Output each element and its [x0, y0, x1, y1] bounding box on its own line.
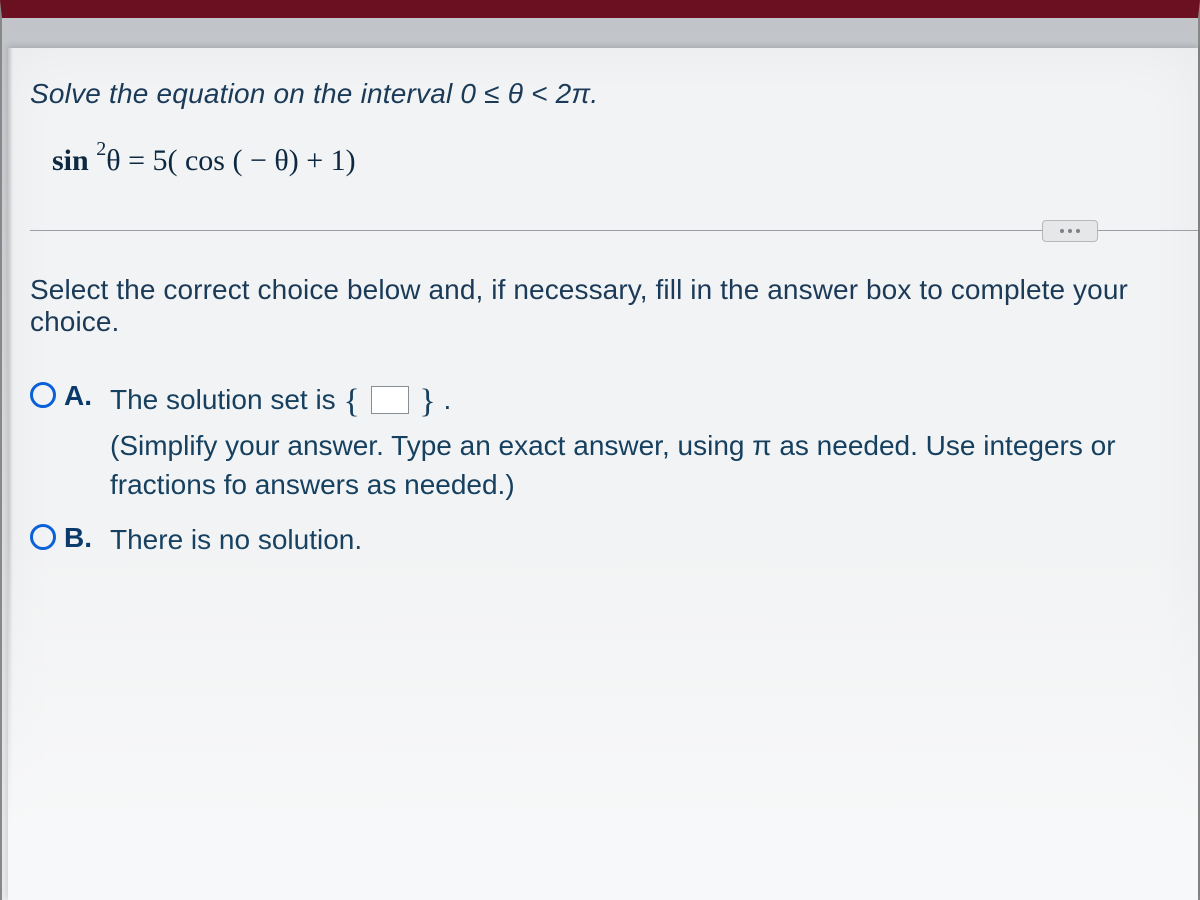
choice-a-body: The solution set is { } . (Simplify your…	[110, 378, 1198, 504]
question-card: Solve the equation on the interval 0 ≤ θ…	[8, 48, 1198, 900]
choice-b-label: B.	[64, 522, 92, 554]
radio-b[interactable]	[30, 524, 56, 550]
choice-a-text-after: .	[443, 384, 451, 415]
choice-a-text-before: The solution set is	[110, 384, 343, 415]
screen-frame: Solve the equation on the interval 0 ≤ θ…	[0, 0, 1200, 900]
equation-fn-sin: sin	[52, 144, 89, 177]
right-brace-icon: }	[419, 383, 435, 420]
left-shadow	[8, 48, 13, 900]
choice-a-hint: (Simplify your answer. Type an exact ans…	[110, 430, 1116, 500]
instruction-text: Select the correct choice below and, if …	[30, 274, 1198, 338]
ellipsis-icon	[1060, 229, 1064, 233]
ellipsis-icon	[1068, 229, 1072, 233]
radio-a[interactable]	[30, 382, 56, 408]
bottom-fade	[8, 540, 1198, 900]
answer-input[interactable]	[371, 386, 409, 414]
question-prompt: Solve the equation on the interval 0 ≤ θ…	[30, 78, 1198, 110]
ellipsis-icon	[1076, 229, 1080, 233]
section-divider	[30, 212, 1198, 252]
choice-b: B. There is no solution.	[30, 520, 1198, 559]
equation-display: sin 2θ = 5( cos ( − θ) + 1)	[52, 142, 1198, 178]
choice-b-text: There is no solution.	[110, 520, 362, 559]
equation-rhs: = 5( cos ( − θ) + 1)	[121, 144, 356, 177]
equation-theta: θ	[106, 144, 120, 177]
choice-a-label: A.	[64, 380, 92, 412]
left-brace-icon: {	[343, 383, 359, 420]
more-options-button[interactable]	[1042, 220, 1098, 242]
choice-a: A. The solution set is { } . (Simplify y…	[30, 378, 1198, 504]
equation-exponent: 2	[96, 138, 106, 160]
divider-line	[30, 230, 1198, 231]
